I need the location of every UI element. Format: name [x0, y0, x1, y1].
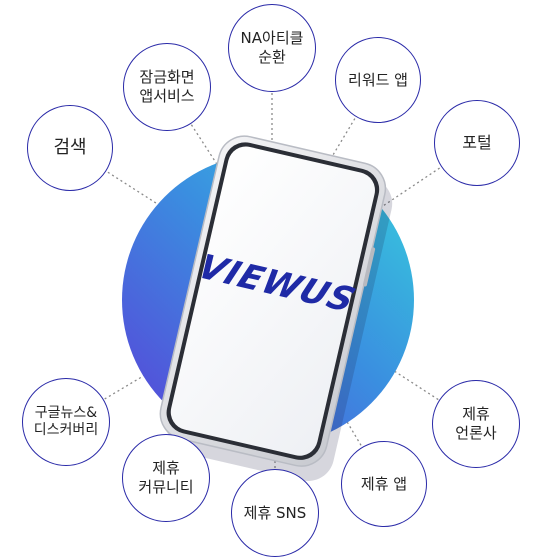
node-label: 제휴 커뮤니티: [138, 459, 194, 496]
node-label: 제휴 언론사: [455, 405, 497, 442]
node-lockscreen-app: 잠금화면 앱서비스: [123, 43, 211, 131]
node-partner-app: 제휴 앱: [341, 441, 427, 527]
node-partner-sns: 제휴 SNS: [231, 469, 319, 557]
node-portal: 포털: [434, 100, 520, 186]
node-reward-app: 리워드 앱: [335, 37, 421, 123]
node-label: 잠금화면 앱서비스: [139, 68, 195, 105]
node-partner-press: 제휴 언론사: [432, 380, 520, 468]
node-partner-community: 제휴 커뮤니티: [122, 434, 210, 522]
service-network-diagram: VIEWUS 검색 잠금화면 앱서비스 NA아티클 순환 리워드 앱 포털 구글뉴스& 디…: [0, 0, 536, 560]
node-search: 검색: [27, 105, 113, 191]
node-label: 구글뉴스& 디스커버리: [33, 404, 99, 439]
node-label: 포털: [462, 133, 492, 152]
node-label: 제휴 SNS: [243, 503, 307, 522]
node-na-article: NA아티클 순환: [228, 4, 316, 92]
node-google-news: 구글뉴스& 디스커버리: [22, 378, 110, 466]
node-label: NA아티클 순환: [240, 29, 304, 66]
node-label: 리워드 앱: [348, 70, 408, 89]
node-label: 제휴 앱: [360, 474, 408, 493]
node-label: 검색: [53, 136, 87, 158]
